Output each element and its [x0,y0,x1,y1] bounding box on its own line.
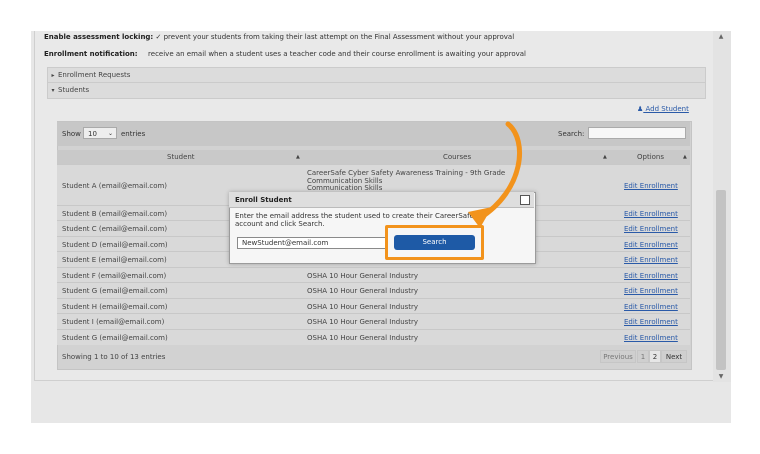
courses-cell: OSHA 10 Hour General Industry [307,318,419,326]
entries-label: entries [121,130,146,138]
table-row: Student H (email@email.com) OSHA 10 Hour … [57,298,690,314]
page-2-button[interactable]: 2 [649,350,661,363]
student-cell: Student D (email@email.com) [62,241,168,249]
courses-cell: CareerSafe Cyber Safety Awareness Traini… [307,169,506,177]
assessment-locking-checkbox[interactable]: ✓ [155,33,161,41]
assessment-locking-label: Enable assessment locking: [44,33,154,41]
edit-enrollment-link[interactable]: Edit Enrollment [624,210,678,218]
student-cell: Student F (email@email.com) [62,272,167,280]
courses-cell: OSHA 10 Hour General Industry [307,272,419,280]
edit-enrollment-link[interactable]: Edit Enrollment [624,225,678,233]
search-button-highlight [385,225,484,260]
enrollment-requests-label: Enrollment Requests [58,71,131,79]
edit-enrollment-link[interactable]: Edit Enrollment [624,318,678,326]
sort-icon[interactable]: ▲ [683,150,687,164]
courses-cell: Communication Skills [307,184,383,192]
previous-page-button[interactable]: Previous [600,350,636,363]
table-row: Student I (email@email.com) OSHA 10 Hour … [57,313,690,330]
scrollbar-thumb[interactable] [716,190,726,370]
student-email-input[interactable]: NewStudent@email.com [237,237,388,249]
enrollment-notification-label: Enrollment notification: [44,50,138,58]
student-cell: Student G (email@email.com) [62,334,168,342]
dialog-title: Enroll Student [229,192,534,208]
show-label: Show [62,130,81,138]
table-search-input[interactable] [588,127,686,139]
edit-enrollment-link[interactable]: Edit Enrollment [624,256,678,264]
edit-enrollment-link[interactable]: Edit Enrollment [624,272,678,280]
sort-icon[interactable]: ▲ [603,150,607,164]
close-icon[interactable] [520,195,530,205]
search-label: Search: [558,130,585,138]
scroll-down-arrow[interactable]: ▼ [716,373,726,381]
scroll-up-arrow[interactable]: ▲ [716,33,726,41]
edit-enrollment-link[interactable]: Edit Enrollment [624,241,678,249]
add-student-label: Add Student [645,105,689,113]
edit-enrollment-link[interactable]: Edit Enrollment [624,287,678,295]
table-header: Student ▲ Courses ▲ Options ▲ [57,150,690,164]
table-row: Student G (email@email.com) OSHA 10 Hour … [57,329,690,345]
assessment-locking-text: prevent your students from taking their … [163,33,515,41]
student-cell: Student C (email@email.com) [62,225,168,233]
student-cell: Student G (email@email.com) [62,287,168,295]
column-header-options[interactable]: Options [637,150,664,164]
chevron-down-icon: ▾ [51,87,55,94]
column-header-student[interactable]: Student [167,150,195,164]
add-student-link[interactable]: ♟ Add Student [637,105,689,113]
students-label: Students [58,86,90,94]
students-accordion[interactable]: ▾ Students [47,82,706,99]
student-cell: Student I (email@email.com) [62,318,165,326]
enrollment-notification-setting: Enrollment notification: receive an emai… [44,50,526,58]
column-header-courses[interactable]: Courses [443,150,471,164]
enrollment-notification-text: receive an email when a student uses a t… [148,50,526,58]
student-cell: Student E (email@email.com) [62,256,167,264]
student-cell: Student H (email@email.com) [62,303,168,311]
chevron-right-icon: ▸ [51,72,55,79]
courses-cell: OSHA 10 Hour General Industry [307,287,419,295]
table-row: Student G (email@email.com) OSHA 10 Hour … [57,282,690,299]
page-length-select[interactable]: 10 ⌄ [83,127,117,139]
edit-enrollment-link[interactable]: Edit Enrollment [624,182,678,190]
courses-cell: OSHA 10 Hour General Industry [307,303,419,311]
table-info: Showing 1 to 10 of 13 entries [62,353,166,361]
student-cell: Student B (email@email.com) [62,210,168,218]
chevron-down-icon: ⌄ [107,130,113,137]
student-cell: Student A (email@email.com) [62,182,168,190]
edit-enrollment-link[interactable]: Edit Enrollment [624,303,678,311]
page-length-value: 10 [88,130,97,138]
edit-enrollment-link[interactable]: Edit Enrollment [624,334,678,342]
sort-icon[interactable]: ▲ [296,150,300,164]
page-1-button[interactable]: 1 [637,350,649,363]
next-page-button[interactable]: Next [661,350,687,363]
assessment-locking-setting: Enable assessment locking: ✓ prevent you… [44,33,514,41]
add-user-icon: ♟ [637,105,644,113]
courses-cell: OSHA 10 Hour General Industry [307,334,419,342]
table-row: Student F (email@email.com) OSHA 10 Hour … [57,267,690,283]
